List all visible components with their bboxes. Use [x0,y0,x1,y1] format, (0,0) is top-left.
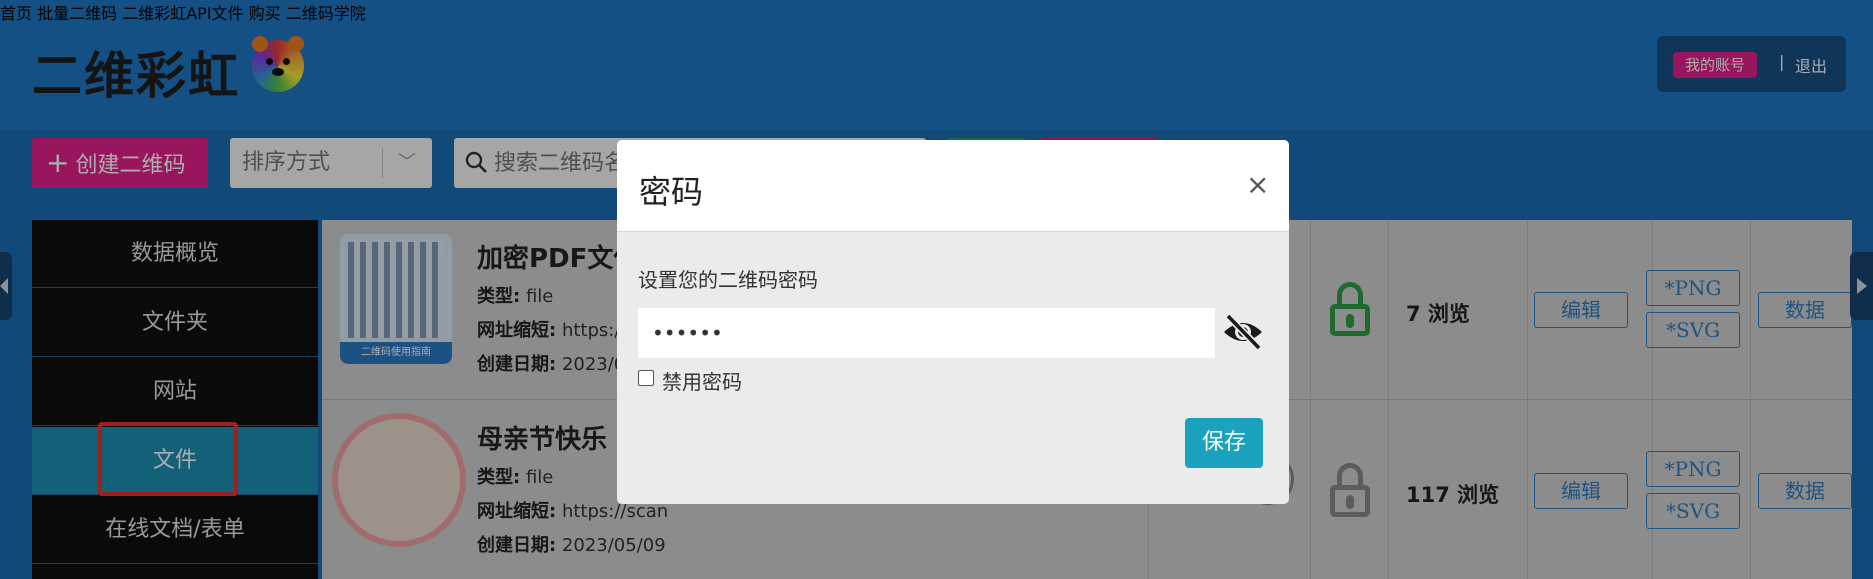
close-icon[interactable]: × [1246,168,1269,201]
disable-password-checkbox[interactable] [638,370,654,386]
password-label: 设置您的二维码密码 [638,268,818,292]
save-button[interactable]: 保存 [1185,418,1263,468]
dialog-header: 密码 × [617,140,1289,232]
disable-password-label[interactable]: 禁用密码 [662,366,742,395]
password-field[interactable] [638,308,1215,358]
password-dialog: 密码 × 设置您的二维码密码 禁用密码 保存 [617,140,1289,504]
eye-slash-icon[interactable] [1221,310,1265,354]
dialog-title: 密码 [639,173,704,211]
